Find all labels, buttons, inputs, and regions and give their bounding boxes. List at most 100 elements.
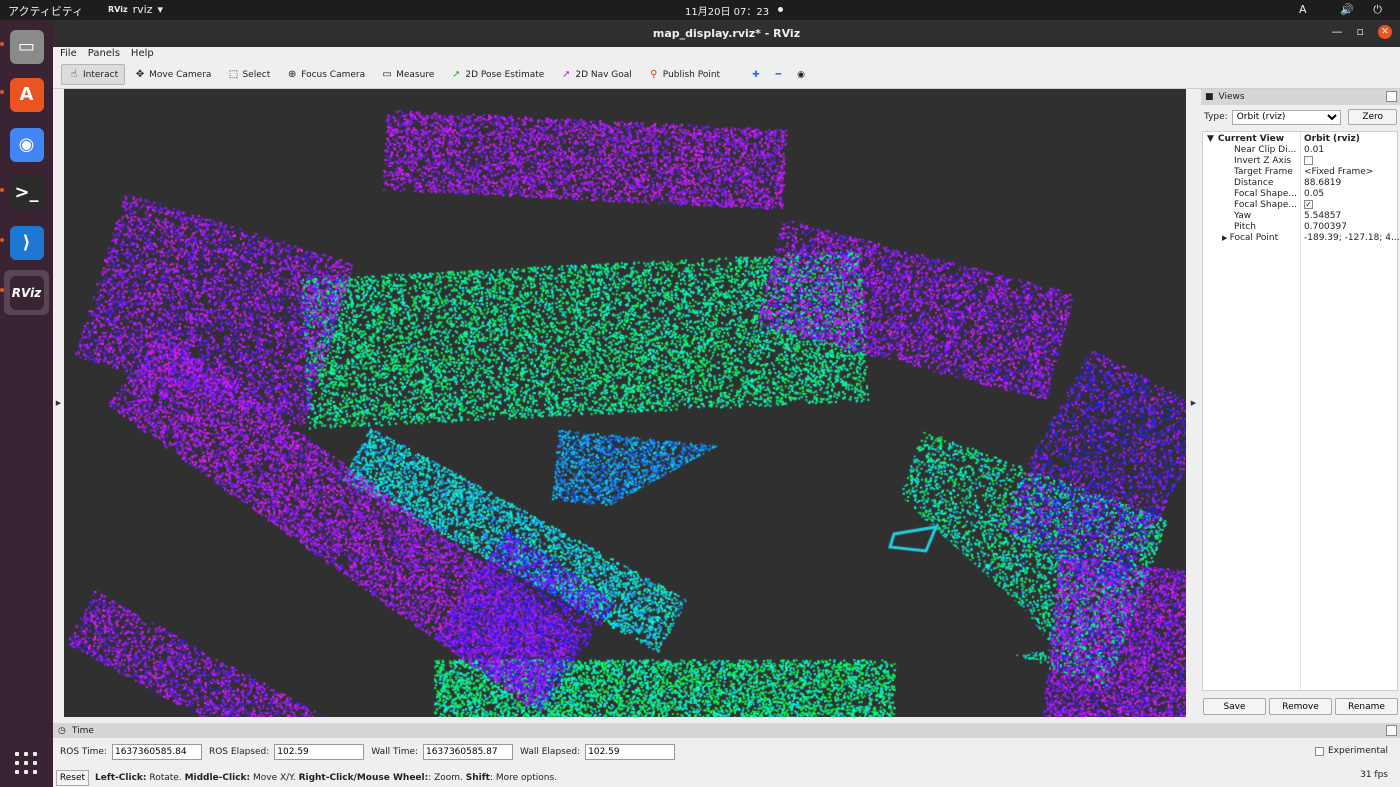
property-row[interactable]: Invert Z Axis	[1203, 156, 1399, 167]
experimental-option[interactable]: Experimental	[1314, 746, 1388, 756]
wall-time-field[interactable]	[423, 744, 514, 760]
ros-elapsed-field[interactable]	[274, 744, 365, 760]
property-row[interactable]: Focal Shape... ✓	[1203, 200, 1399, 211]
property-value[interactable]: 0.700397	[1301, 222, 1399, 233]
property-key: Yaw	[1234, 211, 1252, 221]
property-key: Focal Shape...	[1234, 200, 1297, 210]
chrome-icon: ◉	[9, 127, 44, 162]
views-title: Views	[1218, 92, 1245, 102]
tool-2d-pose-estimate[interactable]: ➚ 2D Pose Estimate	[443, 64, 551, 85]
menu-file[interactable]: File	[60, 48, 77, 59]
activities-button[interactable]: アクティビティ	[8, 3, 83, 19]
rviz-small-icon: RViz	[108, 5, 128, 14]
tool-label: Select	[242, 69, 271, 80]
tool-2d-nav-goal[interactable]: ➚ 2D Nav Goal	[553, 64, 638, 85]
time-title: Time	[71, 725, 94, 736]
save-view-button[interactable]: Save	[1203, 698, 1266, 715]
tool-measure[interactable]: ▭ Measure	[374, 64, 441, 85]
right-panel-handle[interactable]: ▶	[1188, 89, 1199, 717]
expand-down-icon[interactable]: ▼	[1203, 134, 1218, 144]
tool-focus-camera[interactable]: ⊕ Focus Camera	[279, 64, 372, 85]
property-row[interactable]: Near Clip Di... 0.01	[1203, 145, 1399, 156]
menu-help[interactable]: Help	[131, 48, 154, 59]
property-row[interactable]: ▶ Focal Point -189.39; -127.18; 4...	[1203, 233, 1399, 244]
time-panel-float-button[interactable]	[1386, 725, 1397, 736]
tool-publish-point[interactable]: ⚲ Publish Point	[641, 64, 727, 85]
dock-terminal[interactable]: >_	[4, 170, 49, 215]
vscode-icon: ⟩	[9, 225, 44, 260]
app-menu[interactable]: RViz rviz ▾	[108, 3, 163, 16]
property-value[interactable]: 88.6819	[1301, 178, 1399, 189]
close-icon[interactable]: ✕	[1378, 25, 1392, 39]
minimize-icon[interactable]: —	[1332, 25, 1343, 39]
software-icon: A	[9, 77, 44, 112]
rviz-icon: RViz	[9, 275, 44, 310]
rename-view-button[interactable]: Rename	[1335, 698, 1398, 715]
terminal-icon: >_	[9, 175, 44, 210]
dock-vscode[interactable]: ⟩	[4, 220, 49, 265]
window-title: map_display.rviz* - RViz	[652, 27, 801, 40]
dock-files[interactable]: ▭	[4, 24, 49, 69]
current-view-row[interactable]: ▼ Current View Orbit (rviz)	[1203, 134, 1399, 145]
property-value[interactable]: 5.54857	[1301, 211, 1399, 222]
show-applications-icon[interactable]	[15, 752, 37, 774]
status-bar: Reset Left-Click: Rotate. Middle-Click: …	[53, 768, 1400, 787]
mouse-help-text: Left-Click: Rotate. Middle-Click: Move X…	[95, 772, 558, 783]
ros-time-field[interactable]	[111, 744, 202, 760]
title-bar: map_display.rviz* - RViz — ▫ ✕	[53, 20, 1400, 47]
left-panel-handle[interactable]: ▶	[53, 89, 64, 717]
remove-view-button[interactable]: Remove	[1269, 698, 1332, 715]
point-cloud-map[interactable]	[64, 89, 1186, 717]
property-key: Focal Point	[1229, 233, 1279, 243]
property-row[interactable]: Target Frame <Fixed Frame>	[1203, 167, 1399, 178]
dock-rviz[interactable]: RViz	[4, 270, 49, 315]
fps-counter: 31 fps	[1360, 770, 1388, 780]
view-type-select[interactable]: Orbit (rviz)	[1231, 109, 1342, 125]
tool-icon: ▭	[382, 69, 392, 80]
property-row[interactable]: Focal Shape... 0.05	[1203, 189, 1399, 200]
clock-icon: ◷	[58, 725, 66, 736]
dock-software[interactable]: A	[4, 72, 49, 117]
system-top-bar: アクティビティ RVizrviz▾ 11月20日 07：23 A 🔊 ⏻ ▾	[0, 0, 1400, 30]
tool-interact[interactable]: ☝ Interact	[61, 64, 126, 85]
property-checkbox[interactable]	[1304, 156, 1313, 165]
tool-label: Move Camera	[149, 69, 212, 80]
remove-tool-icon[interactable]: ━	[769, 64, 788, 85]
property-key: Target Frame	[1234, 167, 1293, 177]
maximize-icon[interactable]: ▫	[1357, 25, 1364, 39]
3d-viewport[interactable]	[64, 89, 1186, 717]
clock[interactable]: 11月20日 07：23	[685, 3, 769, 18]
camera-icon: ■	[1205, 92, 1214, 102]
property-checkbox[interactable]: ✓	[1304, 200, 1313, 209]
running-indicator	[0, 238, 4, 242]
tool-select[interactable]: ⬚ Select	[220, 64, 277, 85]
running-indicator	[0, 90, 4, 94]
property-row[interactable]: Yaw 5.54857	[1203, 211, 1399, 222]
property-value[interactable]: <Fixed Frame>	[1301, 167, 1399, 178]
property-value[interactable]: ✓	[1301, 200, 1399, 211]
tool-move-camera[interactable]: ✥ Move Camera	[127, 64, 218, 85]
tool-icon: ➚	[562, 69, 571, 80]
rviz-window: map_display.rviz* - RViz — ▫ ✕ File Pane…	[53, 20, 1400, 787]
property-row[interactable]: Distance 88.6819	[1203, 178, 1399, 189]
zero-button[interactable]: Zero	[1348, 109, 1397, 125]
experimental-checkbox[interactable]	[1314, 746, 1324, 756]
eye-icon[interactable]: ◉	[790, 64, 812, 85]
views-panel: ■ Views Type: Orbit (rviz) Zero ▼ Current…	[1201, 89, 1400, 717]
menu-panels[interactable]: Panels	[88, 48, 120, 59]
property-value[interactable]: 0.05	[1301, 189, 1399, 200]
views-panel-header: ■ Views	[1201, 89, 1400, 105]
panel-float-button[interactable]	[1386, 91, 1397, 102]
tool-icon: ⚲	[650, 69, 658, 80]
notification-dot	[778, 7, 783, 12]
dock-chrome[interactable]: ◉	[4, 122, 49, 167]
input-method-indicator[interactable]: A	[1299, 3, 1307, 16]
wall-elapsed-field[interactable]	[585, 744, 676, 760]
property-row[interactable]: Pitch 0.700397	[1203, 222, 1399, 233]
expand-right-icon[interactable]: ▶	[1222, 234, 1230, 242]
property-value[interactable]: 0.01	[1301, 145, 1399, 156]
property-value[interactable]	[1301, 156, 1399, 167]
property-value[interactable]: -189.39; -127.18; 4...	[1301, 233, 1399, 244]
add-tool-icon[interactable]: ✚	[745, 64, 767, 85]
reset-button[interactable]: Reset	[56, 769, 89, 786]
